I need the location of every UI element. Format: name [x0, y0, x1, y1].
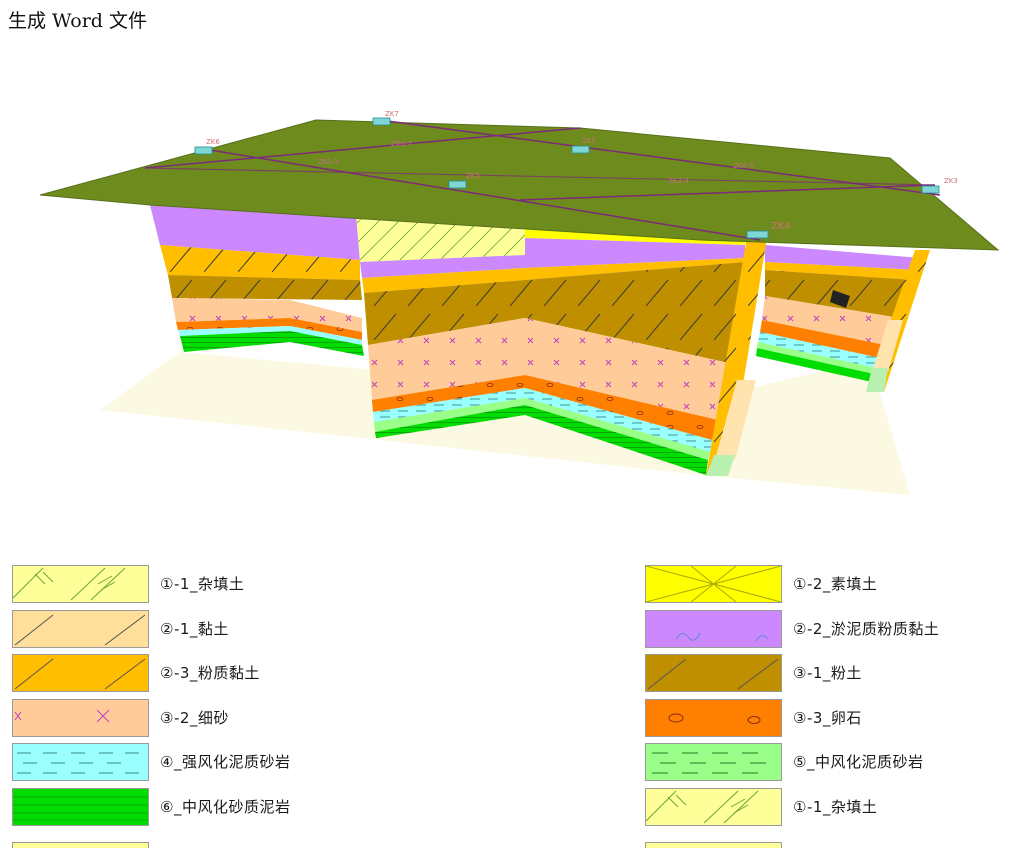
legend-swatch-cut-left [12, 842, 149, 848]
legend-item: ③-3_卵石 [645, 698, 1025, 743]
legend-item: ①-1_杂填土 [12, 565, 392, 609]
legend-label: ②-1_黏土 [160, 619, 229, 638]
legend-item: ②-2_淤泥质粉质黏土 [645, 609, 1025, 654]
legend-label: ⑤_中风化泥质砂岩 [793, 753, 924, 771]
borehole-cap-zk1[interactable] [571, 145, 590, 154]
legend-label: ②-3_粉质黏土 [160, 664, 260, 682]
legend-item: ③-1_粉土 [645, 654, 1025, 698]
legend-swatch-cut-right [645, 842, 782, 848]
legend-label: ③-2_细砂 [160, 708, 229, 727]
legend-swatch [645, 654, 782, 692]
legend-label: ⑥_中风化砂质泥岩 [160, 797, 291, 816]
borehole-label-zk1: ZK1 [582, 137, 596, 145]
legend-swatch [12, 609, 149, 648]
legend-item: ⑥_中风化砂质泥岩 [12, 787, 392, 832]
legend-label: ④_强风化泥质砂岩 [160, 753, 291, 771]
legend-label: ③-1_粉土 [793, 664, 862, 682]
legend-swatch [645, 787, 782, 826]
legend-swatch [645, 743, 782, 781]
legend-item: ②-3_粉质黏土 [12, 654, 392, 698]
legend-swatch [645, 565, 782, 603]
borehole-cap-zk3[interactable] [921, 185, 940, 194]
legend-item: ①-1_杂填土 [645, 787, 1025, 832]
legend-swatch [645, 609, 782, 648]
legend-swatch [12, 787, 149, 826]
borehole-cap-zk2[interactable] [448, 180, 467, 189]
borehole-cap-zk4[interactable] [746, 230, 769, 239]
legend-swatch [645, 698, 782, 737]
left-block [150, 205, 364, 356]
legend-item: ②-1_黏土 [12, 609, 392, 654]
borehole-label-zk6: ZK6 [206, 138, 220, 146]
section-line-label-line-a: ZK1-3 [318, 158, 339, 166]
borehole-label-zk3: ZK3 [944, 177, 958, 185]
borehole-label-zk2: ZK2 [466, 172, 480, 180]
borehole-cap-zk6[interactable] [194, 146, 213, 155]
section-line-label-line-b: ZK4-5 [733, 162, 754, 170]
legend-swatch [12, 698, 149, 737]
legend-label: ②-2_淤泥质粉质黏土 [793, 619, 940, 638]
section-line-label-line-c: ZK6-7 [391, 140, 412, 148]
legend-swatch [12, 743, 149, 781]
legend-label: ①-2_素填土 [793, 575, 878, 593]
legend-swatch [12, 654, 149, 692]
section-line-label-line-d: ZK2-4 [668, 177, 689, 185]
legend-swatch [12, 565, 149, 603]
borehole-label-zk7: ZK7 [385, 110, 399, 118]
borehole-label-zk4: ZK4 [771, 221, 791, 232]
legend-label: ③-3_卵石 [793, 708, 862, 727]
legend-label: ①-1_杂填土 [793, 797, 878, 816]
legend-item: ⑤_中风化泥质砂岩 [645, 743, 1025, 787]
legend-item: ①-2_素填土 [645, 565, 1025, 609]
borehole-cap-zk7[interactable] [372, 117, 391, 126]
legend-label: ①-1_杂填土 [160, 575, 245, 593]
legend-item: ③-2_细砂 [12, 698, 392, 743]
legend-item: ④_强风化泥质砂岩 [12, 743, 392, 787]
